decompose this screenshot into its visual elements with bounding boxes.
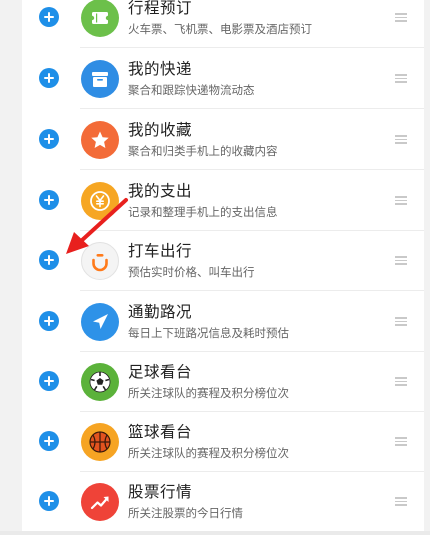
service-subtitle: 每日上下班路况信息及耗时预估 <box>128 326 289 340</box>
add-button[interactable] <box>39 311 59 331</box>
screen: 行程预订 火车票、飞机票、电影票及酒店预订 我的快递 聚合和跟踪快递物流动态 我… <box>0 0 430 535</box>
navigation-arrow-icon <box>81 303 119 341</box>
ticket-icon <box>81 0 119 37</box>
service-subtitle: 预估实时价格、叫车出行 <box>128 265 255 279</box>
service-title: 股票行情 <box>128 483 193 501</box>
stock-trend-icon <box>81 483 119 521</box>
drag-handle-icon[interactable] <box>395 317 407 326</box>
service-subtitle: 火车票、飞机票、电影票及酒店预订 <box>128 22 312 36</box>
drag-handle-icon[interactable] <box>395 74 407 83</box>
service-subtitle: 所关注股票的今日行情 <box>128 506 243 520</box>
add-button[interactable] <box>39 250 59 270</box>
service-row-commute-traffic[interactable]: 通勤路况 每日上下班路况信息及耗时预估 <box>22 292 424 352</box>
service-subtitle: 聚合和归类手机上的收藏内容 <box>128 144 278 158</box>
service-title: 篮球看台 <box>128 423 193 441</box>
service-title: 足球看台 <box>128 363 193 381</box>
drag-handle-icon[interactable] <box>395 377 407 386</box>
divider <box>80 47 424 48</box>
add-button[interactable] <box>39 491 59 511</box>
drag-handle-icon[interactable] <box>395 497 407 506</box>
drag-handle-icon[interactable] <box>395 135 407 144</box>
service-row-ride-hailing[interactable]: 打车出行 预估实时价格、叫车出行 <box>22 231 424 291</box>
didi-icon <box>81 242 119 280</box>
yuan-icon <box>81 182 119 220</box>
service-row-my-expenses[interactable]: 我的支出 记录和整理手机上的支出信息 <box>22 171 424 231</box>
drag-handle-icon[interactable] <box>395 196 407 205</box>
basketball-icon <box>81 423 119 461</box>
service-title: 打车出行 <box>128 242 193 260</box>
services-list: 行程预订 火车票、飞机票、电影票及酒店预订 我的快递 聚合和跟踪快递物流动态 我… <box>22 0 424 531</box>
star-icon <box>81 121 119 159</box>
divider <box>80 290 424 291</box>
service-row-football[interactable]: 足球看台 所关注球队的赛程及积分榜位次 <box>22 352 424 412</box>
service-row-my-express[interactable]: 我的快递 聚合和跟踪快递物流动态 <box>22 49 424 109</box>
service-subtitle: 所关注球队的赛程及积分榜位次 <box>128 446 289 460</box>
drag-handle-icon[interactable] <box>395 437 407 446</box>
service-title: 我的收藏 <box>128 121 193 139</box>
service-row-my-favorites[interactable]: 我的收藏 聚合和归类手机上的收藏内容 <box>22 110 424 170</box>
service-title: 我的快递 <box>128 60 193 78</box>
service-title: 我的支出 <box>128 182 193 200</box>
add-button[interactable] <box>39 129 59 149</box>
add-button[interactable] <box>39 7 59 27</box>
add-button[interactable] <box>39 431 59 451</box>
drag-handle-icon[interactable] <box>395 256 407 265</box>
add-button[interactable] <box>39 68 59 88</box>
bottom-edge <box>0 531 430 535</box>
service-subtitle: 记录和整理手机上的支出信息 <box>128 205 278 219</box>
service-row-stocks[interactable]: 股票行情 所关注股票的今日行情 <box>22 472 424 532</box>
service-subtitle: 所关注球队的赛程及积分榜位次 <box>128 386 289 400</box>
package-icon <box>81 60 119 98</box>
service-row-basketball[interactable]: 篮球看台 所关注球队的赛程及积分榜位次 <box>22 412 424 472</box>
service-row-travel-booking[interactable]: 行程预订 火车票、飞机票、电影票及酒店预订 <box>22 0 424 48</box>
drag-handle-icon[interactable] <box>395 13 407 22</box>
soccer-ball-icon <box>81 363 119 401</box>
service-subtitle: 聚合和跟踪快递物流动态 <box>128 83 255 97</box>
service-title: 通勤路况 <box>128 303 193 321</box>
add-button[interactable] <box>39 371 59 391</box>
add-button[interactable] <box>39 190 59 210</box>
divider <box>80 108 424 109</box>
divider <box>80 169 424 170</box>
service-title: 行程预订 <box>128 0 193 17</box>
